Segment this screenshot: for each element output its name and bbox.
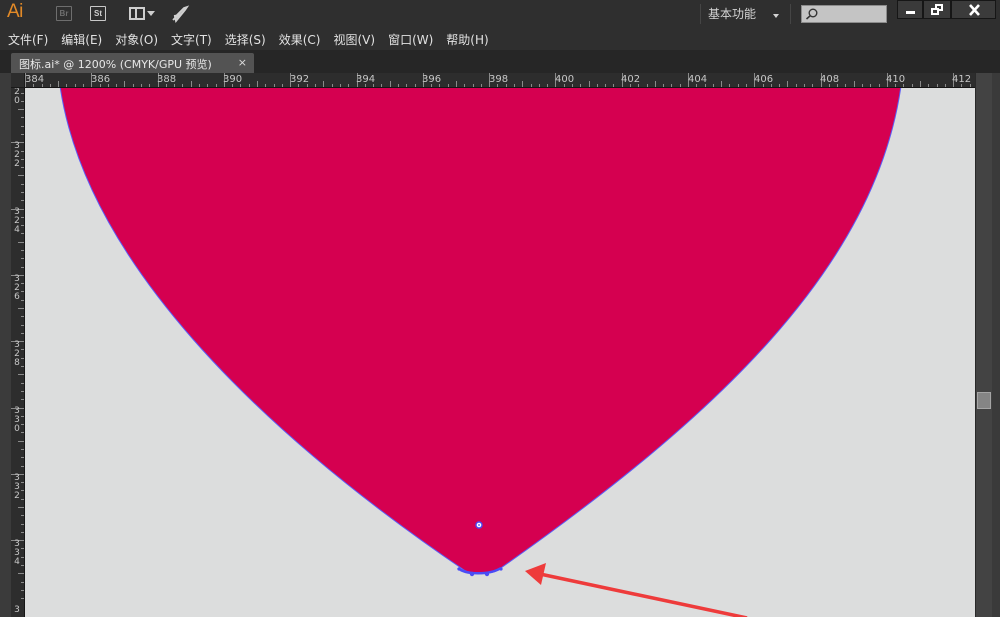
ruler-label: 400 (555, 74, 575, 85)
scrollbar-thumb[interactable] (977, 392, 991, 409)
arrange-documents-icon[interactable] (129, 7, 145, 20)
ruler-label: 410 (886, 74, 906, 85)
artwork[interactable] (25, 88, 975, 617)
menu-object[interactable]: 对象(O) (115, 31, 158, 48)
separator (700, 4, 701, 24)
menu-select[interactable]: 选择(S) (225, 31, 266, 48)
illustrator-logo: Ai (7, 1, 23, 22)
annotation-arrow-line (539, 572, 748, 617)
anchor-point[interactable] (484, 571, 490, 577)
close-icon (969, 4, 980, 16)
vertical-ruler[interactable]: 2 0 3 2 2 3 2 4 3 2 6 3 2 8 3 3 0 3 3 2 … (11, 88, 25, 617)
search-input[interactable] (801, 5, 887, 23)
scrollbar-track[interactable] (975, 73, 992, 617)
application-bar: Ai Br St 基本功能 (0, 0, 1000, 28)
restore-button[interactable] (923, 0, 951, 19)
anchor-point[interactable] (499, 567, 503, 571)
search-icon (805, 8, 818, 20)
ruler-label: 3 2 4 (14, 207, 20, 235)
ruler-label: 3 2 6 (14, 274, 20, 302)
ruler-label: 404 (688, 74, 708, 85)
close-button[interactable] (951, 0, 996, 19)
center-point-dot (478, 524, 480, 526)
anchor-point[interactable] (469, 571, 475, 577)
menu-type[interactable]: 文字(T) (171, 31, 212, 48)
ruler-label: 402 (621, 74, 641, 85)
tools-panel-edge (0, 73, 11, 617)
ruler-label: 386 (91, 74, 111, 85)
ruler-label: 388 (157, 74, 177, 85)
ruler-label: 390 (223, 74, 243, 85)
ruler-origin[interactable] (11, 73, 25, 88)
artboard-canvas[interactable] (25, 88, 975, 617)
minimize-button[interactable] (897, 0, 923, 19)
annotation-arrow-head (525, 563, 546, 585)
document-tab-title: 图标.ai* @ 1200% (CMYK/GPU 预览) (19, 58, 212, 71)
chevron-down-icon[interactable] (147, 11, 155, 16)
menu-window[interactable]: 窗口(W) (388, 31, 433, 48)
bridge-icon[interactable]: Br (56, 6, 72, 21)
send-rocket-icon[interactable] (170, 4, 190, 24)
ruler-label: 394 (356, 74, 376, 85)
separator (790, 4, 791, 24)
ruler-label: 3 3 2 (14, 473, 20, 501)
menu-file[interactable]: 文件(F) (8, 31, 48, 48)
vertical-scrollbar[interactable] (975, 73, 1000, 617)
menu-view[interactable]: 视图(V) (333, 31, 375, 48)
menu-effect[interactable]: 效果(C) (279, 31, 321, 48)
menu-help[interactable]: 帮助(H) (446, 31, 488, 48)
ruler-label: 392 (290, 74, 310, 85)
menu-bar: 文件(F) 编辑(E) 对象(O) 文字(T) 选择(S) 效果(C) 视图(V… (0, 28, 1000, 50)
chevron-down-icon[interactable] (773, 14, 779, 18)
ruler-label: 3 2 2 (14, 141, 20, 169)
ruler-label: 408 (820, 74, 840, 85)
ruler-label: 412 (952, 74, 972, 85)
close-tab-icon[interactable]: × (238, 56, 247, 69)
document-tab-strip: 图标.ai* @ 1200% (CMYK/GPU 预览) × (0, 50, 1000, 73)
heart-shape[interactable] (59, 88, 902, 575)
horizontal-ruler[interactable]: 384 386 388 390 392 394 396 398 400 402 … (25, 73, 975, 88)
document-tab[interactable]: 图标.ai* @ 1200% (CMYK/GPU 预览) × (11, 53, 254, 73)
ruler-label: 406 (754, 74, 774, 85)
ruler-label: 384 (25, 74, 45, 85)
ruler-label: 2 0 (14, 88, 20, 106)
workspace-switcher[interactable]: 基本功能 (708, 5, 756, 22)
menu-edit[interactable]: 编辑(E) (61, 31, 102, 48)
ruler-label: 396 (422, 74, 442, 85)
ruler-label: 3 2 8 (14, 340, 20, 368)
stock-icon[interactable]: St (90, 6, 106, 21)
ruler-label: 398 (489, 74, 509, 85)
ruler-label: 3 (14, 605, 20, 615)
ruler-label: 3 3 0 (14, 406, 20, 434)
ruler-label: 3 3 4 (14, 539, 20, 567)
anchor-point[interactable] (457, 567, 461, 571)
